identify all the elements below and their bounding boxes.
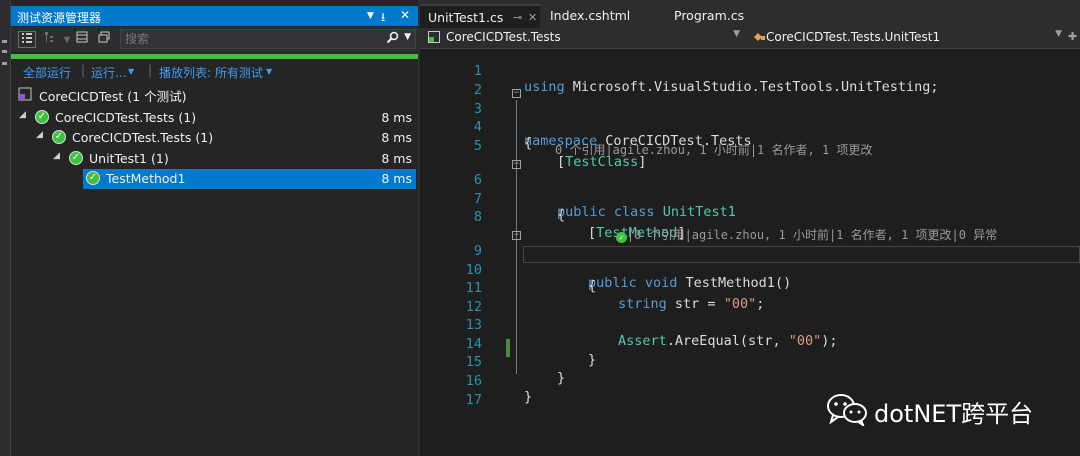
tab-label: Index.cshtml	[550, 8, 631, 23]
dock-marker	[2, 62, 7, 65]
tree-row-label: CoreCICDTest.Tests (1)	[72, 130, 214, 145]
tree-row-duration: 8 ms	[381, 110, 412, 125]
tab-label: UnitTest1.cs	[428, 10, 504, 25]
search-box[interactable]: ▼	[120, 29, 416, 49]
line-number: 17	[465, 392, 482, 408]
tree-row-namespace-group[interactable]: ◢ ✓ CoreCICDTest.Tests (1) 8 ms	[11, 108, 418, 128]
code-line: 6 − public class UnitTest1	[420, 156, 1080, 221]
tree-row-label: TestMethod1	[106, 171, 186, 186]
run-all-link[interactable]: 全部运行	[23, 64, 71, 81]
passed-icon: ✓	[86, 171, 100, 185]
watermark: dotNET跨平台	[826, 392, 1046, 428]
wechat-logo-icon	[827, 394, 867, 426]
collapse-triangle-icon[interactable]: ◢	[53, 151, 60, 161]
collapse-region-icon[interactable]: −	[512, 160, 521, 169]
tree-row-class[interactable]: ◢ ✓ UnitTest1 (1) 8 ms	[11, 149, 418, 169]
test-result-progress-bar	[11, 54, 418, 59]
search-icon[interactable]	[386, 31, 399, 48]
test-explorer-panel: 测试资源管理器 ▼ ⭳ ✕ ▼ ▼ 全部运行 | 运行... ▼	[11, 0, 418, 456]
test-explorer-toolbar: ▼ ▼	[11, 27, 418, 52]
code-line: 7 {	[420, 175, 1080, 223]
tab-close-icon[interactable]: ✕	[528, 11, 537, 24]
tab-pin-icon[interactable]: ⊸	[513, 11, 522, 24]
playlist-link[interactable]: 播放列表: 所有测试	[159, 64, 263, 81]
tab-index-cshtml[interactable]: Index.cshtml	[550, 8, 630, 30]
code-line: 10 {	[420, 246, 1080, 294]
search-options-dropdown-icon[interactable]: ▼	[404, 32, 411, 42]
test-project-label: CoreCICDTest (1 个测试)	[39, 89, 187, 104]
window-position-dropdown-icon[interactable]: ▼	[367, 11, 374, 21]
separator: |	[148, 63, 153, 77]
tab-program[interactable]: Program.cs	[674, 8, 744, 30]
project-dropdown-label: CoreCICDTest.Tests	[446, 30, 561, 44]
passed-icon: ✓	[52, 130, 66, 144]
code-line: 8 [TestMethod]	[420, 193, 1080, 241]
group-by-icon[interactable]	[18, 31, 36, 48]
collapse-triangle-icon[interactable]: ◢	[19, 110, 26, 120]
csharp-project-icon	[428, 31, 440, 43]
watermark-text: dotNET跨平台	[874, 400, 1034, 428]
code-line: 9 − public void TestMethod1()	[420, 227, 1080, 292]
line-number: 5	[473, 138, 482, 154]
copy-icon[interactable]	[95, 31, 113, 48]
hierarchy-icon[interactable]	[41, 31, 59, 48]
tab-label: Program.cs	[674, 8, 745, 23]
dropdown-arrow-icon: ▼	[1055, 29, 1062, 39]
code-line: 11 string str = "00";	[420, 264, 1080, 312]
code-editor: UnitTest1.cs ⊸ ✕ Index.cshtml Program.cs…	[420, 0, 1080, 456]
line-number: 8	[473, 209, 482, 225]
add-icon[interactable]: ✚	[1068, 30, 1077, 43]
tree-row-duration: 8 ms	[381, 171, 412, 186]
code-line: 12	[420, 283, 1080, 315]
code-line: 2	[420, 66, 1080, 98]
search-input[interactable]	[125, 31, 375, 47]
passed-icon: ✓	[35, 110, 49, 124]
code-line: 16 }	[420, 357, 1080, 405]
code-line: 14 }	[420, 320, 1080, 368]
left-dock-strip	[0, 0, 11, 456]
tree-row-namespace[interactable]: ◢ ✓ CoreCICDTest.Tests (1) 8 ms	[11, 128, 418, 148]
code-line: 3 − namespace CoreCICDTest.Tests	[420, 85, 1080, 150]
dropdown-arrow-icon: ▼	[733, 29, 740, 39]
collapse-triangle-icon[interactable]: ◢	[36, 130, 43, 140]
expand-all-icon[interactable]	[73, 31, 91, 48]
code-line: 13 Assert.AreEqual(str, "00");	[420, 301, 1080, 349]
test-project-icon	[18, 87, 32, 101]
pin-icon[interactable]: ⭳	[381, 8, 385, 29]
navigation-bar: CoreCICDTest.Tests ▼ CoreCICDTest.Tests.…	[420, 28, 1080, 49]
collapse-region-icon[interactable]: −	[512, 89, 521, 98]
panel-title-bar: 测试资源管理器 ▼ ⭳ ✕	[11, 6, 418, 26]
playlist-dropdown-icon[interactable]: ▼	[266, 67, 272, 76]
code-line: 5 [TestClass]	[420, 122, 1080, 170]
test-actions-row: 全部运行 | 运行... ▼ | 播放列表: 所有测试 ▼	[11, 60, 418, 82]
passed-icon: ✓	[69, 151, 83, 165]
class-icon	[754, 33, 765, 41]
dock-marker	[2, 40, 7, 43]
code-line: 15 }	[420, 338, 1080, 386]
collapse-region-icon[interactable]: −	[512, 231, 521, 240]
separator: |	[81, 63, 86, 77]
code-line: 1 using Microsoft.VisualStudio.TestTools…	[420, 47, 1080, 95]
panel-title: 测试资源管理器	[17, 11, 102, 25]
dock-marker	[2, 50, 7, 53]
close-icon[interactable]: ✕	[400, 8, 410, 22]
run-link[interactable]: 运行...	[91, 64, 126, 81]
class-dropdown-label: CoreCICDTest.Tests.UnitTest1	[766, 30, 941, 44]
class-dropdown[interactable]: CoreCICDTest.Tests.UnitTest1 ▼	[748, 29, 1066, 46]
test-project-row[interactable]: CoreCICDTest (1 个测试)	[11, 84, 418, 104]
tree-row-label: CoreCICDTest.Tests (1)	[55, 110, 197, 125]
tree-row-duration: 8 ms	[381, 130, 412, 145]
tree-row-duration: 8 ms	[381, 151, 412, 166]
project-dropdown[interactable]: CoreCICDTest.Tests ▼	[424, 29, 744, 46]
tree-row-test-method[interactable]: ✓ TestMethod1 8 ms	[83, 169, 416, 189]
run-dropdown-icon[interactable]: ▼	[128, 67, 134, 76]
document-tab-bar: UnitTest1.cs ⊸ ✕ Index.cshtml Program.cs	[420, 0, 1080, 30]
tab-unittest1[interactable]: UnitTest1.cs ⊸ ✕	[420, 4, 540, 30]
tree-row-label: UnitTest1 (1)	[89, 151, 169, 166]
code-line: 4 {	[420, 103, 1080, 151]
